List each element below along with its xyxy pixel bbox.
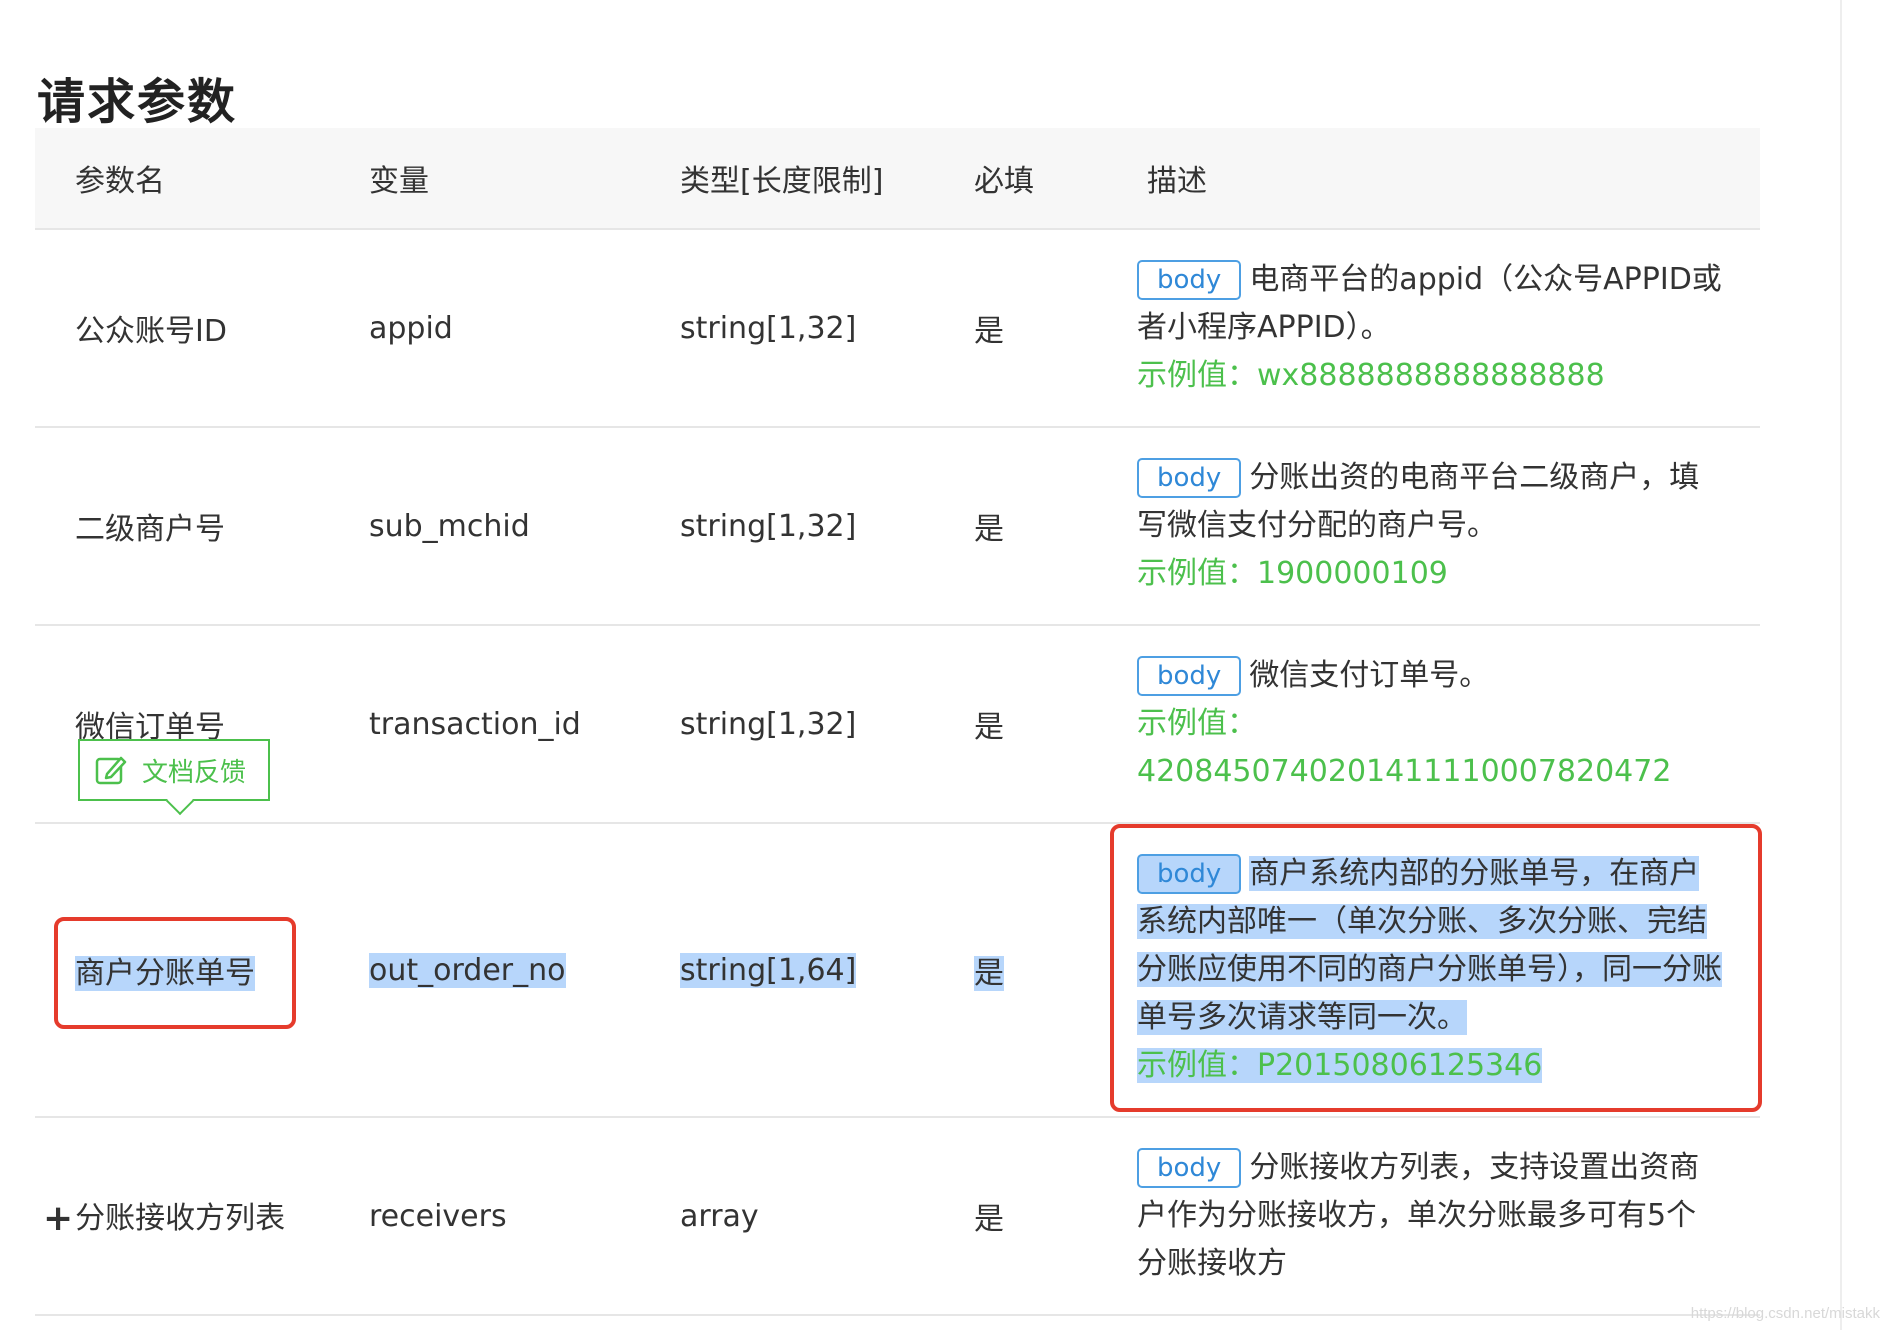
edit-icon <box>95 756 127 785</box>
param-type: array <box>640 1117 934 1316</box>
header-type: 类型[长度限制] <box>640 128 934 230</box>
param-variable: out_order_no <box>329 823 640 1118</box>
param-description: body 分账出资的电商平台二级商户，填写微信支付分配的商户号。 示例值：1900… <box>1107 427 1760 626</box>
body-tag: body <box>1137 656 1242 696</box>
param-variable: receivers <box>329 1117 640 1316</box>
param-required: 是 <box>934 823 1107 1118</box>
param-type: string[1,32] <box>640 229 934 428</box>
table-row: 商户分账单号 out_order_no string[1,64] 是 body 商… <box>35 823 1760 1118</box>
body-tag: body <box>1137 458 1242 498</box>
watermark: https://blog.csdn.net/mistakk <box>1690 1305 1880 1322</box>
example-value: 示例值： 4208450740201411110007820472 <box>1137 706 1672 789</box>
description-text: 微信支付订单号。 <box>1249 658 1490 693</box>
param-type: string[1,32] <box>640 427 934 626</box>
example-value: 示例值：wx8888888888888888 <box>1137 358 1605 393</box>
param-description: body 电商平台的appid（公众号APPID或者小程序APPID）。 示例值：… <box>1107 229 1760 428</box>
table-header-row: 参数名 变量 类型[长度限制] 必填 描述 <box>35 128 1760 230</box>
body-tag: body <box>1137 1148 1242 1188</box>
header-required: 必填 <box>934 128 1107 230</box>
param-name: 二级商户号 <box>35 427 329 626</box>
table-row: 微信订单号 transaction_id string[1,32] 是 body… <box>35 625 1760 824</box>
header-variable: 变量 <box>329 128 640 230</box>
feedback-label: 文档反馈 <box>142 757 247 788</box>
param-name: 公众账号ID <box>35 229 329 428</box>
feedback-button[interactable]: 文档反馈 <box>78 739 270 801</box>
param-description: body 分账接收方列表，支持设置出资商户作为分账接收方，单次分账最多可有5个分账… <box>1107 1117 1760 1316</box>
header-param-name: 参数名 <box>35 128 329 230</box>
param-type: string[1,32] <box>640 625 934 824</box>
param-type: string[1,64] <box>640 823 934 1118</box>
param-required: 是 <box>934 427 1107 626</box>
example-value: 示例值：1900000109 <box>1137 556 1448 591</box>
body-tag: body <box>1137 260 1242 300</box>
param-name: +分账接收方列表 <box>35 1117 329 1316</box>
param-required: 是 <box>934 229 1107 428</box>
table-row: +分账接收方列表 receivers array 是 body 分账接收方列表，支… <box>35 1117 1760 1316</box>
param-name: 商户分账单号 <box>35 823 329 1118</box>
param-description: body 微信支付订单号。 示例值： 4208450740201411110007… <box>1107 625 1760 824</box>
param-variable: transaction_id <box>329 625 640 824</box>
example-value: 示例值：P20150806125346 <box>1137 1048 1543 1083</box>
table-row: 公众账号ID appid string[1,32] 是 body 电商平台的app… <box>35 229 1760 428</box>
header-description: 描述 <box>1107 128 1760 230</box>
table-row: 二级商户号 sub_mchid string[1,32] 是 body 分账出资的… <box>35 427 1760 626</box>
param-required: 是 <box>934 1117 1107 1316</box>
body-tag: body <box>1137 854 1242 894</box>
request-params-table: 参数名 变量 类型[长度限制] 必填 描述 公众账号ID appid strin… <box>35 128 1760 1316</box>
param-required: 是 <box>934 625 1107 824</box>
page-title: 请求参数 <box>37 74 238 131</box>
param-variable: appid <box>329 229 640 428</box>
expand-icon[interactable]: + <box>43 1198 73 1239</box>
content-right-border <box>1840 0 1842 1330</box>
param-variable: sub_mchid <box>329 427 640 626</box>
param-description: body 商户系统内部的分账单号，在商户系统内部唯一（单次分账、多次分账、完结分账… <box>1107 823 1760 1118</box>
